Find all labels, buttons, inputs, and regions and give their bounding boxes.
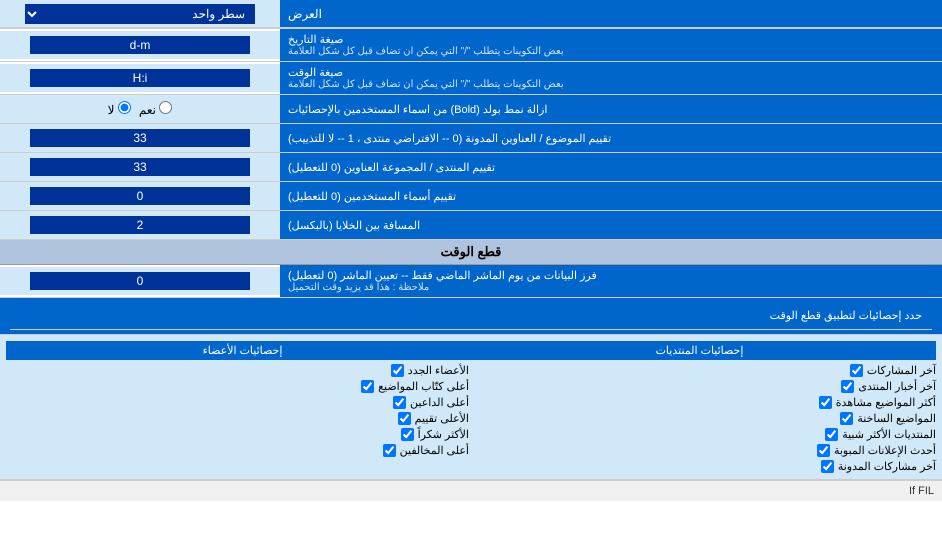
list-item: أعلى الداعين [6,396,469,409]
spacing-input-wrapper: 2 [0,211,280,239]
cutoff-row: فرز البيانات من يوم الماشر الماضي فقط --… [0,265,942,298]
list-item: أعلى كتّاب المواضيع [6,380,469,393]
time-format-input[interactable]: H:i [30,69,250,87]
checkbox-posts[interactable] [850,364,863,377]
spacing-input[interactable]: 2 [30,216,250,234]
forum-order-input[interactable]: 33 [30,158,250,176]
checkboxes-section: إحصائيات المنتديات إحصائيات الأعضاء آخر … [0,335,942,480]
checkbox-popular-forums[interactable] [825,428,838,441]
forum-order-input-wrapper: 33 [0,153,280,181]
checkbox-top-violations[interactable] [383,444,396,457]
list-item: الأكثر شكراً [6,428,469,441]
remove-bold-input-wrapper: نعم لا [0,95,280,123]
list-item: المواضيع الساخنة [473,412,936,425]
checkbox-news[interactable] [841,380,854,393]
checkboxes-grid: آخر المشاركات آخر أخبار المنتدى أكثر الم… [6,364,936,473]
cutoff-section-header: قطع الوقت [0,240,942,265]
topics-order-input-wrapper: 33 [0,124,280,152]
list-item: الأعلى تقييم [6,412,469,425]
display-row: العرض سطر واحد سطران [0,0,942,29]
col2-title: إحصائيات الأعضاء [14,344,471,357]
col1-title: إحصائيات المنتديات [471,344,928,357]
list-item: أكثر المواضيع مشاهدة [473,396,936,409]
topics-order-input[interactable]: 33 [30,129,250,147]
checkbox-top-rated[interactable] [398,412,411,425]
spacing-label: المسافة بين الخلايا (بالبكسل) [280,211,942,239]
list-item: أحدث الإعلانات المبوبة [473,444,936,457]
display-select-wrapper: سطر واحد سطران [0,0,280,28]
list-item: الأعضاء الجدد [6,364,469,377]
checkbox-most-viewed[interactable] [819,396,832,409]
apply-stats-input-part [10,302,290,330]
apply-stats-label: حدد إحصائيات لتطبيق قطع الوقت [290,302,932,330]
checkbox-new-members[interactable] [391,364,404,377]
checkbox-col-1: آخر المشاركات آخر أخبار المنتدى أكثر الم… [473,364,936,473]
checkbox-hot-topics[interactable] [840,412,853,425]
users-order-row: تقييم أسماء المستخدمين (0 للتعطيل) 0 [0,182,942,211]
remove-bold-row: ازالة نمط بولد (Bold) من اسماء المستخدمي… [0,95,942,124]
time-format-input-wrapper: H:i [0,64,280,92]
date-format-input-wrapper: d-m [0,31,280,59]
display-label: العرض [280,0,942,28]
checkbox-blog-posts[interactable] [821,460,834,473]
list-item: أعلى المخالفين [6,444,469,457]
checkbox-classifieds[interactable] [817,444,830,457]
checkbox-top-authors[interactable] [361,380,374,393]
forum-order-row: تقييم المنتدى / المجموعة العناوين (0 للت… [0,153,942,182]
date-format-row: صيغة التاريخ بعض التكوينات يتطلب "/" الت… [0,29,942,62]
checkbox-top-posters[interactable] [393,396,406,409]
list-item: آخر مشاركات المدونة [473,460,936,473]
display-select[interactable]: سطر واحد سطران [25,4,255,24]
cutoff-label: فرز البيانات من يوم الماشر الماضي فقط --… [280,265,942,297]
checkbox-most-thanks[interactable] [401,428,414,441]
radio-no-label: لا [108,101,131,117]
date-format-input[interactable]: d-m [30,36,250,54]
remove-bold-label: ازالة نمط بولد (Bold) من اسماء المستخدمي… [280,95,942,123]
list-item: آخر أخبار المنتدى [473,380,936,393]
time-format-label: صيغة الوقت بعض التكوينات يتطلب "/" التي … [280,62,942,94]
date-format-label: صيغة التاريخ بعض التكوينات يتطلب "/" الت… [280,29,942,61]
radio-yes-label: نعم [139,101,172,117]
list-item: آخر المشاركات [473,364,936,377]
cutoff-input[interactable]: 0 [30,272,250,290]
spacing-row: المسافة بين الخلايا (بالبكسل) 2 [0,211,942,240]
forum-order-label: تقييم المنتدى / المجموعة العناوين (0 للت… [280,153,942,181]
topics-order-row: تقييم الموضوع / العناوين المدونة (0 -- ا… [0,124,942,153]
cutoff-input-wrapper: 0 [0,267,280,295]
apply-stats-row: حدد إحصائيات لتطبيق قطع الوقت [0,298,942,335]
checkbox-col-2: الأعضاء الجدد أعلى كتّاب المواضيع أعلى ا… [6,364,469,473]
bottom-text: If FIL [0,480,942,501]
users-order-input[interactable]: 0 [30,187,250,205]
radio-no[interactable] [118,101,131,114]
users-order-label: تقييم أسماء المستخدمين (0 للتعطيل) [280,182,942,210]
topics-order-label: تقييم الموضوع / العناوين المدونة (0 -- ا… [280,124,942,152]
users-order-input-wrapper: 0 [0,182,280,210]
time-format-row: صيغة الوقت بعض التكوينات يتطلب "/" التي … [0,62,942,95]
radio-yes[interactable] [159,101,172,114]
list-item: المنتديات الأكثر شبية [473,428,936,441]
